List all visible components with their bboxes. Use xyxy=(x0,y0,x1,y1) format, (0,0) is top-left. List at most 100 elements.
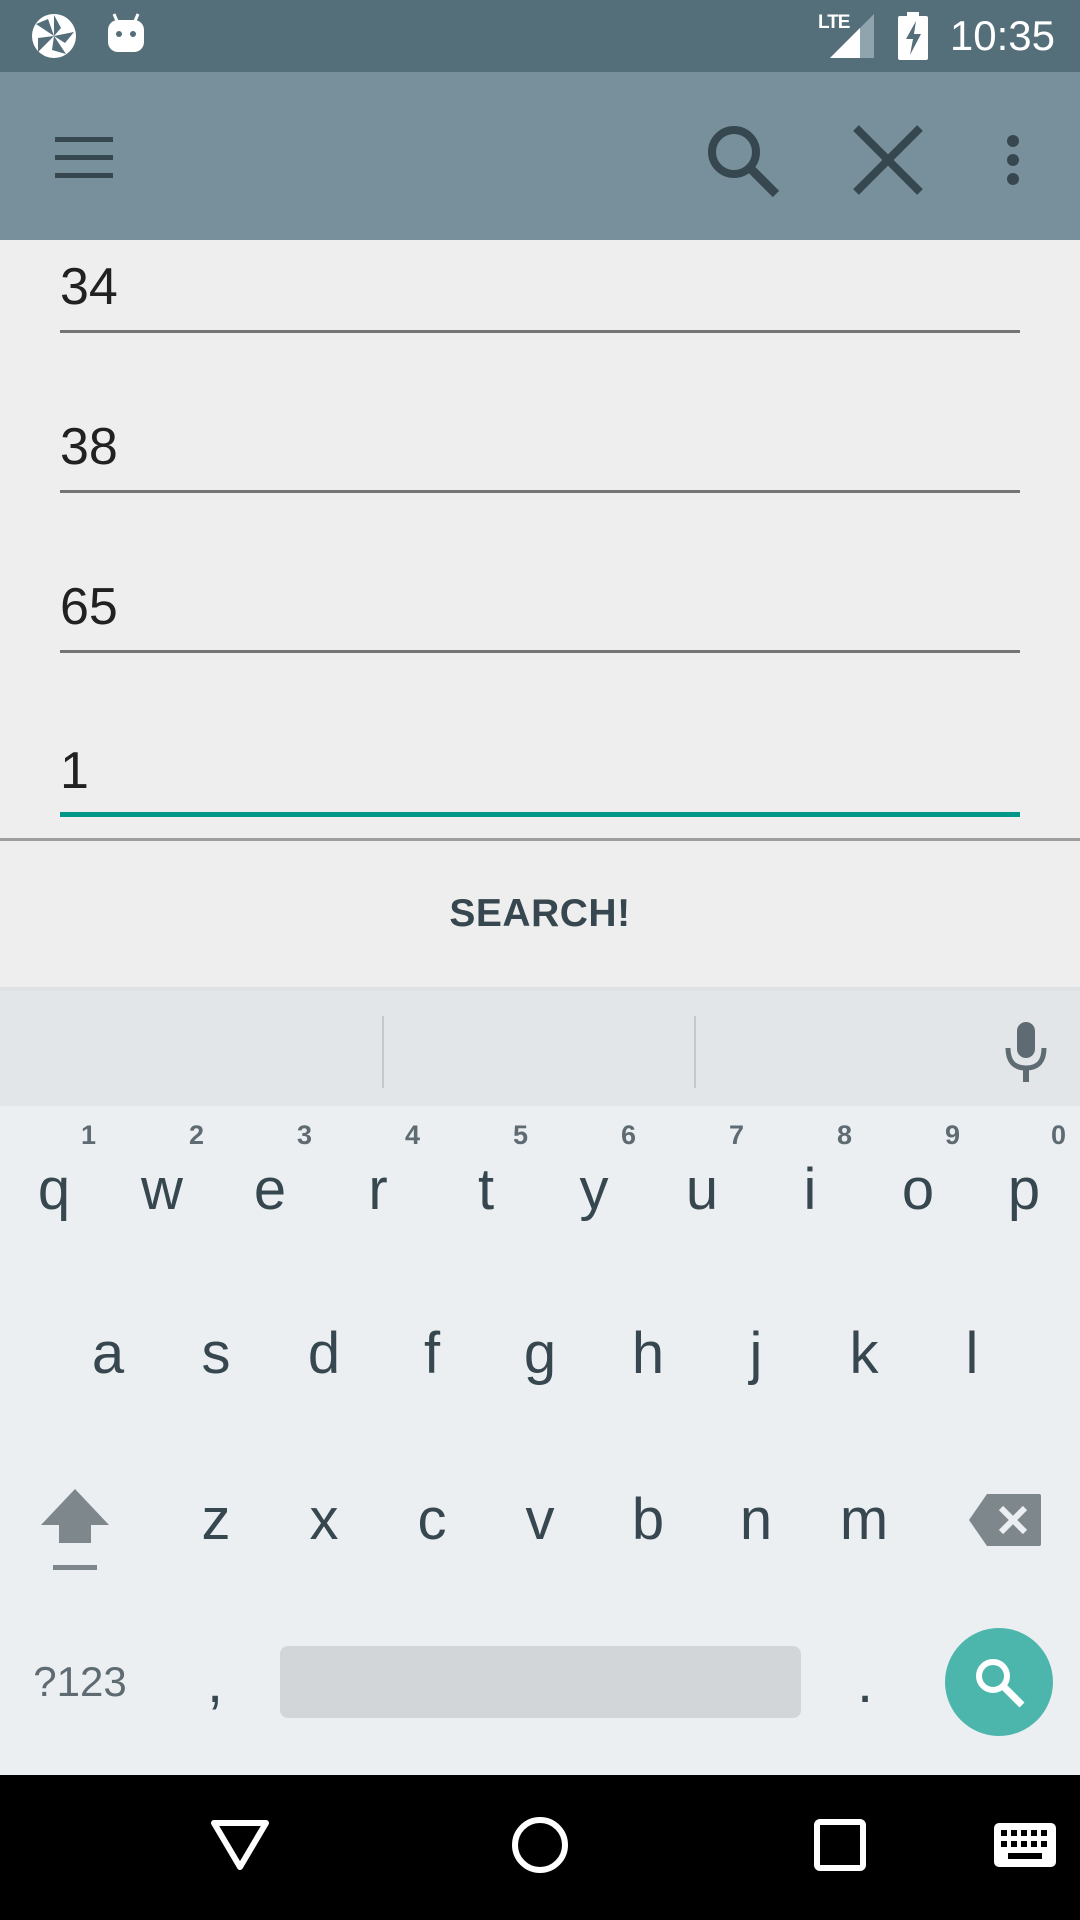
key-label: z xyxy=(201,1487,231,1552)
overflow-menu-icon xyxy=(1007,135,1019,185)
number-field-1[interactable]: 34 xyxy=(60,213,1020,333)
recents-button[interactable] xyxy=(790,1795,890,1895)
home-button[interactable] xyxy=(490,1795,590,1895)
lte-signal-icon xyxy=(830,14,874,63)
key-w[interactable]: w2 xyxy=(118,1120,206,1230)
key-k[interactable]: k xyxy=(820,1314,908,1394)
menu-icon xyxy=(55,137,113,178)
key-b[interactable]: b xyxy=(604,1480,692,1560)
number-field-3[interactable]: 65 xyxy=(60,533,1020,653)
field-value: 34 xyxy=(60,258,118,316)
key-label: j xyxy=(749,1321,763,1386)
field-underline xyxy=(60,490,1020,493)
backspace-key[interactable] xyxy=(960,1480,1050,1560)
field-underline xyxy=(60,650,1020,653)
key-t[interactable]: t5 xyxy=(442,1120,530,1230)
key-label: h xyxy=(631,1321,665,1386)
key-label: x xyxy=(309,1487,339,1552)
menu-button[interactable] xyxy=(36,110,132,206)
key-label: q xyxy=(37,1157,71,1222)
key-label: u xyxy=(685,1157,719,1222)
key-q[interactable]: q1 xyxy=(10,1120,98,1230)
number-field-2[interactable]: 38 xyxy=(60,373,1020,493)
key-l[interactable]: l xyxy=(928,1314,1016,1394)
overflow-menu-button[interactable] xyxy=(980,112,1046,208)
key-c[interactable]: c xyxy=(388,1480,476,1560)
key-label: a xyxy=(91,1321,125,1386)
key-n[interactable]: n xyxy=(712,1480,800,1560)
key-label: c xyxy=(417,1487,447,1552)
key-label: g xyxy=(523,1321,557,1386)
key-u[interactable]: u7 xyxy=(658,1120,746,1230)
key-m[interactable]: m xyxy=(820,1480,908,1560)
key-j[interactable]: j xyxy=(712,1314,800,1394)
key-label: i xyxy=(803,1157,817,1222)
key-a[interactable]: a xyxy=(64,1314,152,1394)
key-label: l xyxy=(965,1321,979,1386)
key-hint: 3 xyxy=(296,1120,312,1150)
key-x[interactable]: x xyxy=(280,1480,368,1560)
search-button[interactable] xyxy=(694,112,790,208)
key-label: k xyxy=(849,1321,879,1386)
search-icon xyxy=(708,126,780,198)
key-r[interactable]: r4 xyxy=(334,1120,422,1230)
comma-key[interactable]: , xyxy=(180,1642,250,1722)
symbols-key[interactable]: ?123 xyxy=(20,1642,140,1722)
key-v[interactable]: v xyxy=(496,1480,584,1560)
field-value: 65 xyxy=(60,578,118,636)
key-y[interactable]: y6 xyxy=(550,1120,638,1230)
key-i[interactable]: i8 xyxy=(766,1120,854,1230)
backspace-icon xyxy=(969,1494,1041,1546)
key-d[interactable]: d xyxy=(280,1314,368,1394)
key-p[interactable]: p0 xyxy=(980,1120,1068,1230)
key-hint: 5 xyxy=(512,1120,528,1150)
field-underline xyxy=(60,330,1020,333)
period-key[interactable]: . xyxy=(830,1642,900,1722)
keyboard-search-key[interactable] xyxy=(945,1628,1053,1736)
keyboard-switch-button[interactable] xyxy=(975,1795,1075,1895)
number-field-4[interactable]: 1 xyxy=(60,697,1020,817)
pinwheel-notification-icon xyxy=(30,12,78,65)
voice-input-button[interactable] xyxy=(990,1017,1062,1089)
shift-key[interactable] xyxy=(30,1480,120,1580)
suggestion-strip xyxy=(0,987,1080,1106)
key-label: d xyxy=(307,1321,341,1386)
shift-icon xyxy=(41,1489,109,1570)
key-label: m xyxy=(839,1487,889,1552)
key-label: p xyxy=(1007,1157,1041,1222)
key-s[interactable]: s xyxy=(172,1314,260,1394)
key-hint: 8 xyxy=(836,1120,852,1150)
search-submit-label: SEARCH! xyxy=(449,892,631,935)
key-o[interactable]: o9 xyxy=(874,1120,962,1230)
key-f[interactable]: f xyxy=(388,1314,476,1394)
key-hint: 9 xyxy=(944,1120,960,1150)
navigation-bar xyxy=(0,1775,1080,1920)
close-button[interactable] xyxy=(840,112,936,208)
android-notification-icon xyxy=(106,12,146,61)
key-z[interactable]: z xyxy=(172,1480,260,1560)
home-icon xyxy=(512,1817,568,1873)
key-label: y xyxy=(579,1157,609,1222)
key-label: r xyxy=(368,1157,388,1222)
strip-separator xyxy=(694,1016,696,1088)
symbols-key-label: ?123 xyxy=(33,1658,127,1705)
close-icon xyxy=(853,125,923,195)
key-label: o xyxy=(901,1157,935,1222)
key-label: n xyxy=(739,1487,773,1552)
back-button[interactable] xyxy=(190,1795,290,1895)
key-label: f xyxy=(423,1321,441,1386)
key-hint: 0 xyxy=(1050,1120,1066,1150)
key-h[interactable]: h xyxy=(604,1314,692,1394)
spacebar[interactable] xyxy=(280,1646,801,1718)
key-hint: 1 xyxy=(80,1120,96,1150)
microphone-icon xyxy=(1005,1022,1047,1082)
search-submit-button[interactable]: SEARCH! xyxy=(0,841,1080,987)
strip-separator xyxy=(382,1016,384,1088)
key-label: w xyxy=(141,1157,183,1222)
status-clock: 10:35 xyxy=(949,12,1055,59)
key-e[interactable]: e3 xyxy=(226,1120,314,1230)
keyboard-icon xyxy=(994,1823,1056,1867)
key-hint: 7 xyxy=(728,1120,744,1150)
comma-key-label: , xyxy=(206,1649,224,1715)
key-g[interactable]: g xyxy=(496,1314,584,1394)
